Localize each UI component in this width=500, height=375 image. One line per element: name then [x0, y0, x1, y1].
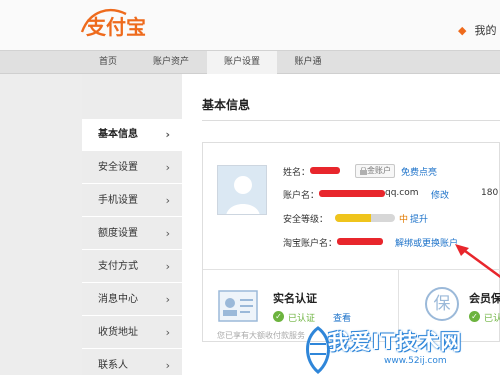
sidebar-item-basic-info[interactable]: 基本信息 › [82, 119, 182, 151]
page-title: 基本信息 [202, 98, 251, 112]
sidebar-item-label: 手机设置 [98, 195, 138, 206]
security-level-fill [335, 214, 371, 222]
gold-account-badge[interactable]: 金账户 [355, 164, 395, 178]
tab-account-assets[interactable]: 账户资产 [143, 51, 199, 74]
chevron-right-icon: › [165, 128, 170, 141]
avatar[interactable] [217, 165, 267, 215]
sidebar-item-messages[interactable]: 消息中心 › [82, 284, 182, 316]
member-status: 已认 [484, 314, 500, 324]
account-label: 账户名： [283, 191, 320, 201]
chevron-right-icon: › [165, 359, 170, 372]
taobao-account-label: 淘宝账户名： [283, 239, 338, 249]
badge-label: 金账户 [367, 166, 391, 175]
sidebar-item-label: 基本信息 [98, 129, 138, 140]
user-menu-label: 我的 [474, 24, 497, 37]
annotation-arrow [455, 244, 500, 279]
sidebar-item-shipping-address[interactable]: 收货地址 › [82, 317, 182, 349]
light-up-link[interactable]: 免费点亮 [401, 165, 437, 178]
alipay-logo[interactable]: 支付宝 [80, 4, 166, 40]
header: 支付宝 ◆ 我的 [0, 0, 500, 50]
sidebar-item-payment-methods[interactable]: 支付方式 › [82, 251, 182, 283]
watermark-url: www.52ij.com [384, 356, 447, 366]
logo-text: 支付宝 [86, 15, 146, 39]
redacted-taobao-account [337, 238, 383, 245]
redacted-name [310, 167, 340, 174]
security-level-text: 中 [399, 215, 409, 225]
sidebar-item-label: 额度设置 [98, 228, 138, 239]
chevron-right-icon: › [165, 326, 170, 339]
realname-footnote: 您已享有大额收付款服务 [217, 331, 305, 340]
upgrade-security-link[interactable]: 提升 [410, 212, 428, 225]
insurance-icon: 保 [425, 287, 459, 321]
tab-account-settings[interactable]: 账户设置 [207, 51, 277, 74]
sidebar-item-label: 消息中心 [98, 294, 138, 305]
sidebar-item-label: 支付方式 [98, 261, 138, 272]
lock-icon [360, 167, 367, 175]
verified-status: 已认证 [288, 314, 316, 324]
chevron-right-icon: › [165, 293, 170, 306]
phone-number: 180 [481, 188, 499, 198]
security-level-bar [335, 214, 395, 222]
divider [202, 120, 500, 121]
chevron-right-icon: › [165, 260, 170, 273]
sidebar: 基本信息 › 安全设置 › 手机设置 › 额度设置 › 支付方式 › 消息中心 › 收货地址… [82, 74, 182, 375]
sidebar-item-label: 收货地址 [98, 327, 138, 338]
sidebar-item-label: 安全设置 [98, 162, 138, 173]
id-card-icon [218, 290, 258, 322]
name-label: 姓名： [283, 168, 311, 178]
top-nav: 首页 账户资产 账户设置 账户通 [0, 50, 500, 74]
sidebar-item-limits[interactable]: 额度设置 › [82, 218, 182, 250]
check-icon: ✓ [273, 311, 284, 322]
sidebar-item-phone[interactable]: 手机设置 › [82, 185, 182, 217]
tab-account-pass[interactable]: 账户通 [285, 51, 331, 74]
user-menu-link[interactable]: ◆ 我的 [458, 22, 496, 38]
account-domain: qq.com [385, 188, 419, 198]
avatar-placeholder-icon [226, 176, 260, 214]
check-icon: ✓ [469, 311, 480, 322]
edit-account-link[interactable]: 修改 [431, 188, 449, 201]
view-realname-link[interactable]: 查看 [333, 311, 351, 324]
chevron-right-icon: › [165, 227, 170, 240]
bullet-icon: ◆ [458, 24, 467, 37]
sidebar-item-contacts[interactable]: 联系人 › [82, 350, 182, 375]
watermark: 我爱IT技术网 www.52ij.com [298, 324, 500, 375]
tab-home[interactable]: 首页 [88, 51, 128, 74]
realname-title: 实名认证 [273, 292, 317, 305]
sidebar-item-label: 联系人 [98, 360, 128, 371]
security-label: 安全等级： [283, 215, 329, 225]
redacted-account [319, 190, 385, 197]
watermark-title: 我爱IT技术网 [328, 330, 463, 354]
chevron-right-icon: › [165, 194, 170, 207]
member-protection-title: 会员保 [469, 292, 500, 305]
sidebar-item-security[interactable]: 安全设置 › [82, 152, 182, 184]
chevron-right-icon: › [165, 161, 170, 174]
